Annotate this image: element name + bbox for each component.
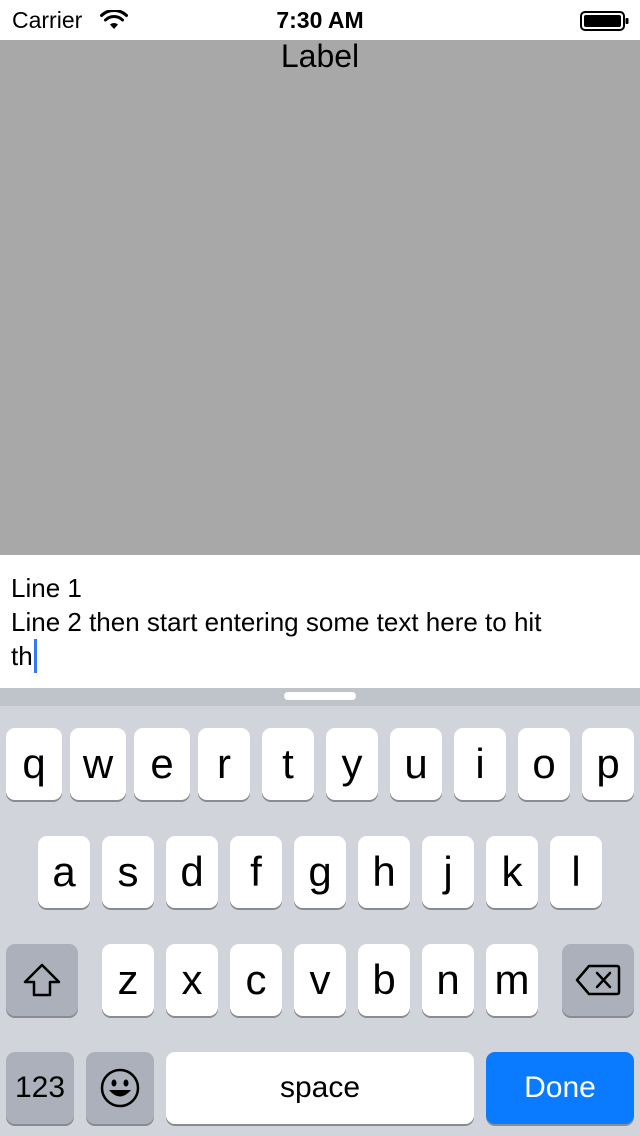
key-y[interactable]: y: [326, 728, 378, 800]
emoji-key[interactable]: [86, 1052, 154, 1124]
key-j[interactable]: j: [422, 836, 474, 908]
key-r[interactable]: r: [198, 728, 250, 800]
text-line-3: th: [11, 639, 37, 673]
text-line-3-content: th: [11, 641, 33, 671]
shift-icon: [23, 963, 61, 997]
key-f[interactable]: f: [230, 836, 282, 908]
key-a[interactable]: a: [38, 836, 90, 908]
key-h[interactable]: h: [358, 836, 410, 908]
text-line-1: Line 1: [11, 573, 82, 603]
key-z[interactable]: z: [102, 944, 154, 1016]
key-t[interactable]: t: [262, 728, 314, 800]
content-view: Label: [0, 40, 640, 555]
key-x[interactable]: x: [166, 944, 218, 1016]
key-o[interactable]: o: [518, 728, 570, 800]
text-line-2: Line 2 then start entering some text her…: [11, 607, 542, 637]
key-v[interactable]: v: [294, 944, 346, 1016]
key-p[interactable]: p: [582, 728, 634, 800]
key-k[interactable]: k: [486, 836, 538, 908]
numbers-key[interactable]: 123: [6, 1052, 74, 1124]
key-i[interactable]: i: [454, 728, 506, 800]
title-label: Label: [280, 38, 360, 74]
keyboard-accessory-bar: [0, 688, 640, 706]
keyboard-handle[interactable]: [284, 692, 356, 700]
shift-key[interactable]: [6, 944, 78, 1016]
key-s[interactable]: s: [102, 836, 154, 908]
key-m[interactable]: m: [486, 944, 538, 1016]
keyboard: q w e r t y u i o p a s d f g h j k l z …: [0, 688, 640, 1136]
battery-icon: [580, 11, 629, 31]
key-c[interactable]: c: [230, 944, 282, 1016]
key-b[interactable]: b: [358, 944, 410, 1016]
delete-icon: [575, 964, 621, 996]
space-key[interactable]: space: [166, 1052, 474, 1124]
key-w[interactable]: w: [70, 728, 126, 800]
key-e[interactable]: e: [134, 728, 190, 800]
key-u[interactable]: u: [390, 728, 442, 800]
key-q[interactable]: q: [6, 728, 62, 800]
text-caret: [33, 639, 37, 673]
status-bar: Carrier 7:30 AM: [0, 0, 640, 40]
done-key[interactable]: Done: [486, 1052, 634, 1124]
key-g[interactable]: g: [294, 836, 346, 908]
delete-key[interactable]: [562, 944, 634, 1016]
key-n[interactable]: n: [422, 944, 474, 1016]
clock: 7:30 AM: [276, 7, 364, 33]
screen: Carrier 7:30 AM Label Line 1 Line 2 then…: [0, 0, 640, 1136]
emoji-icon: [100, 1068, 140, 1108]
key-l[interactable]: l: [550, 836, 602, 908]
key-d[interactable]: d: [166, 836, 218, 908]
text-view[interactable]: Line 1 Line 2 then start entering some t…: [0, 555, 640, 688]
